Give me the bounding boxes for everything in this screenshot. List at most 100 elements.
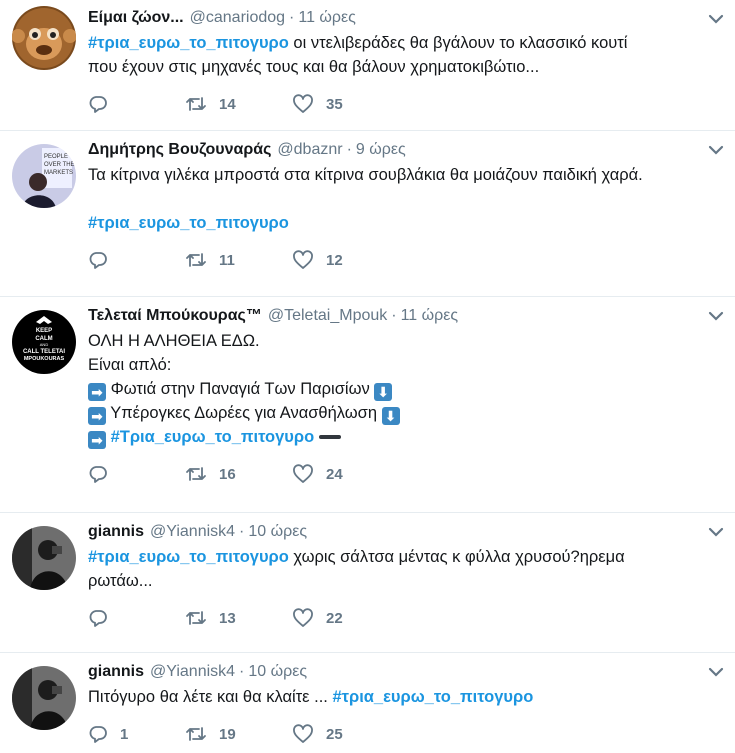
heart-icon: [293, 250, 313, 269]
timestamp[interactable]: 11 ώρες: [401, 307, 459, 325]
tweet[interactable]: KEEP CALM AND CALL TELETAI MPOUKOURAS Τε…: [0, 297, 735, 513]
avatar-text: KEEP: [36, 328, 52, 334]
display-name[interactable]: Είμαι ζώον...: [88, 9, 184, 27]
chevron-down-icon[interactable]: [707, 141, 725, 159]
tweet-text-line: ΟΛΗ Η ΑΛΗΘΕΙΑ ΕΔΩ.: [88, 332, 260, 350]
tweet-text: #τρια_ευρω_το_πιτογυρο χωρις σάλτσα μέντ…: [88, 545, 719, 593]
tweet-header: Είμαι ζώον... @canariodog · 11 ώρες: [88, 7, 719, 29]
like-count: 35: [326, 95, 343, 113]
tweet-feed: Είμαι ζώον... @canariodog · 11 ώρες #τρι…: [0, 0, 735, 753]
reply-count: 1: [120, 725, 129, 743]
dash-icon: [318, 435, 341, 439]
retweet-icon: [186, 611, 206, 625]
tweet-text: Πιτόγυρο θα λέτε και θα κλαίτε ... #τρια…: [88, 685, 719, 709]
avatar[interactable]: [12, 6, 76, 70]
separator: ·: [289, 9, 295, 26]
tweet-text-fragment: οι ντελιβεράδες θα βγάλουν το κλασσικό κ…: [288, 34, 628, 52]
reply-icon: [89, 610, 107, 627]
heart-icon: [293, 608, 313, 627]
avatar[interactable]: [12, 666, 76, 730]
tweet-header: Δημήτρης Βουζουναράς @dbaznr · 9 ώρες: [88, 139, 719, 161]
tweet[interactable]: giannis @Yiannisk4 · 10 ώρες Πιτόγυρο θα…: [0, 653, 735, 753]
hashtag-link[interactable]: #Τρια_ευρω_το_πιτογυρο: [111, 428, 315, 446]
avatar-text: MPOUKOURAS: [24, 356, 65, 362]
chevron-down-icon[interactable]: [707, 663, 725, 681]
tweet[interactable]: PEOPLE OVER THE MARKETS Δημήτρης Βουζουν…: [0, 131, 735, 297]
tweet-text: ΟΛΗ Η ΑΛΗΘΕΙΑ ΕΔΩ. Είναι απλό: ➡ Φωτιά σ…: [88, 329, 719, 449]
retweet-button[interactable]: 19: [185, 724, 292, 744]
display-name[interactable]: giannis: [88, 523, 144, 541]
tweet[interactable]: Είμαι ζώον... @canariodog · 11 ώρες #τρι…: [0, 0, 735, 131]
arrow-down-icon: ⬇: [381, 407, 400, 425]
username[interactable]: @Teletai_Mpouk: [268, 307, 387, 325]
like-button[interactable]: 12: [292, 250, 343, 270]
reply-button[interactable]: [88, 608, 185, 628]
timestamp[interactable]: 11 ώρες: [298, 9, 356, 27]
retweet-count: 13: [219, 609, 236, 627]
avatar-text: MARKETS: [44, 170, 73, 176]
reply-button[interactable]: 1: [88, 724, 185, 744]
like-count: 24: [326, 465, 343, 483]
username[interactable]: @Yiannisk4: [150, 663, 235, 681]
like-button[interactable]: 24: [292, 464, 343, 484]
retweet-count: 16: [219, 465, 236, 483]
separator: ·: [391, 307, 397, 324]
arrow-right-icon: ➡: [88, 431, 106, 449]
retweet-button[interactable]: 11: [185, 250, 292, 270]
tweet-text-fragment: Πιτόγυρο θα λέτε και θα κλαίτε ...: [88, 688, 333, 706]
retweet-icon: [186, 467, 206, 481]
avatar-text: CALL TELETAI: [23, 349, 65, 355]
display-name[interactable]: giannis: [88, 663, 144, 681]
arrow-right-icon: ➡: [88, 383, 106, 401]
arrow-right-icon: ➡: [88, 407, 106, 425]
retweet-count: 14: [219, 95, 236, 113]
heart-icon: [293, 724, 313, 743]
list-item-text: Υπέρογκες Δωρέες για Ανασθήλωση: [110, 404, 378, 422]
timestamp[interactable]: 9 ώρες: [356, 141, 406, 159]
display-name[interactable]: Τελεταί Μπούκουρας™: [88, 307, 262, 325]
retweet-icon: [186, 253, 206, 267]
tweet-actions: 1 19 25: [88, 721, 719, 747]
retweet-button[interactable]: 13: [185, 608, 292, 628]
like-count: 25: [326, 725, 343, 743]
hashtag-link[interactable]: #τρια_ευρω_το_πιτογυρο: [88, 214, 289, 232]
hashtag-link[interactable]: #τρια_ευρω_το_πιτογυρο: [88, 34, 289, 52]
timestamp[interactable]: 10 ώρες: [248, 663, 307, 681]
separator: ·: [239, 523, 245, 540]
timestamp[interactable]: 10 ώρες: [248, 523, 307, 541]
tweet-actions: 14 35: [88, 91, 719, 117]
hashtag-link[interactable]: #τρια_ευρω_το_πιτογυρο: [88, 548, 289, 566]
username[interactable]: @canariodog: [190, 9, 285, 27]
chevron-down-icon[interactable]: [707, 10, 725, 28]
reply-button[interactable]: [88, 464, 185, 484]
like-button[interactable]: 25: [292, 724, 343, 744]
retweet-icon: [186, 727, 206, 741]
retweet-button[interactable]: 14: [185, 94, 292, 114]
avatar-text: OVER THE: [44, 162, 75, 168]
reply-button[interactable]: [88, 94, 185, 114]
tweet[interactable]: giannis @Yiannisk4 · 10 ώρες #τρια_ευρω_…: [0, 513, 735, 653]
reply-button[interactable]: [88, 250, 185, 270]
hashtag-link[interactable]: #τρια_ευρω_το_πιτογυρο: [332, 688, 533, 706]
retweet-icon: [186, 97, 206, 111]
chevron-down-icon[interactable]: [707, 523, 725, 541]
tweet-text: Τα κίτρινα γιλέκα μπροστά στα κίτρινα σο…: [88, 163, 719, 235]
like-button[interactable]: 35: [292, 94, 343, 114]
list-item-text: Φωτιά στην Παναγιά Των Παρισίων: [110, 380, 370, 398]
username[interactable]: @dbaznr: [277, 141, 342, 159]
reply-icon: [89, 252, 107, 269]
tweet-text-line: Τα κίτρινα γιλέκα μπροστά στα κίτρινα σο…: [88, 166, 643, 184]
tweet-text: #τρια_ευρω_το_πιτογυρο οι ντελιβεράδες θ…: [88, 31, 719, 79]
chevron-down-icon[interactable]: [707, 307, 725, 325]
like-button[interactable]: 22: [292, 608, 343, 628]
avatar[interactable]: [12, 526, 76, 590]
retweet-button[interactable]: 16: [185, 464, 292, 484]
tweet-text-line: ρωτάω...: [88, 572, 153, 590]
display-name[interactable]: Δημήτρης Βουζουναράς: [88, 141, 271, 159]
username[interactable]: @Yiannisk4: [150, 523, 235, 541]
avatar[interactable]: PEOPLE OVER THE MARKETS: [12, 144, 76, 208]
retweet-count: 11: [219, 251, 235, 269]
tweet-actions: 11 12: [88, 247, 719, 273]
heart-icon: [293, 464, 313, 483]
avatar[interactable]: KEEP CALM AND CALL TELETAI MPOUKOURAS: [12, 310, 76, 374]
